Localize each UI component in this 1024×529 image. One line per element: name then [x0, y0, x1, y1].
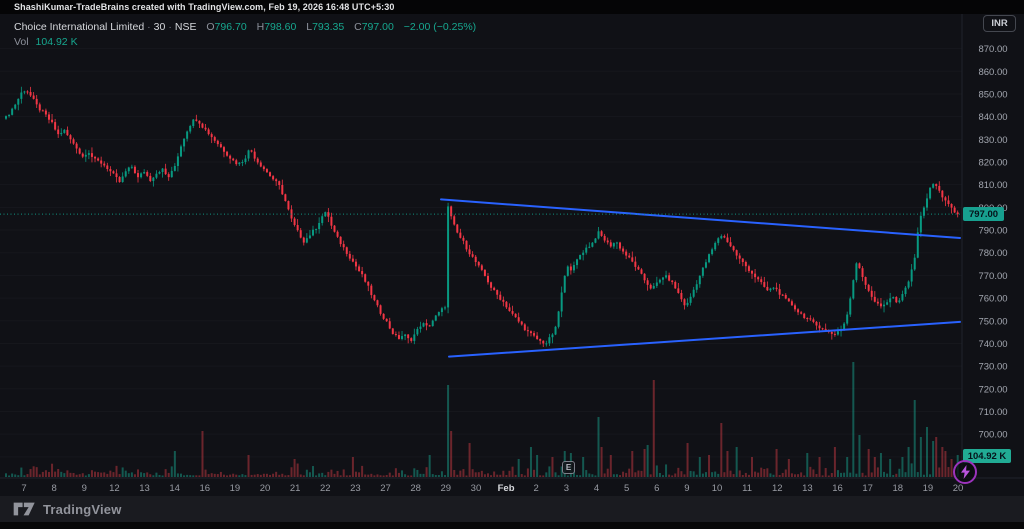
chart-background [0, 14, 1024, 496]
time-axis-label[interactable]: 12 [772, 483, 783, 494]
time-axis-label[interactable]: 5 [624, 483, 629, 494]
time-axis-label[interactable]: 11 [742, 483, 752, 494]
time-axis-label[interactable]: 2 [534, 483, 539, 494]
price-axis-label[interactable]: 720.00 [978, 384, 1007, 395]
time-axis-label[interactable]: 22 [320, 483, 331, 494]
tradingview-brand-text[interactable]: TradingView [43, 502, 122, 517]
time-axis-label[interactable]: 18 [892, 483, 903, 494]
currency-toggle-button[interactable]: INR [983, 15, 1016, 32]
time-axis-label[interactable]: 13 [802, 483, 813, 494]
time-axis-label[interactable]: 6 [654, 483, 659, 494]
volume-value: 104.92 K [36, 36, 78, 48]
price-axis-label[interactable]: 710.00 [978, 407, 1007, 418]
flash-lightning-button[interactable] [953, 460, 977, 484]
time-axis-label[interactable]: 10 [712, 483, 723, 494]
lightning-icon [960, 465, 971, 479]
time-axis-label[interactable]: 19 [230, 483, 241, 494]
volume-label: Vol [14, 36, 29, 48]
price-axis-label[interactable]: 750.00 [978, 316, 1007, 327]
change-value: −2.00 (−0.25%) [404, 21, 476, 33]
interval-label[interactable]: 30 [154, 21, 166, 33]
time-axis-label[interactable]: 28 [410, 483, 421, 494]
price-axis-label[interactable]: 820.00 [978, 158, 1007, 169]
time-axis-label[interactable]: 23 [350, 483, 361, 494]
price-axis-label[interactable]: 830.00 [978, 135, 1007, 146]
earnings-marker[interactable]: E [562, 461, 575, 474]
time-axis-label[interactable]: 7 [21, 483, 26, 494]
exchange-label: NSE [175, 21, 197, 33]
time-axis-label[interactable]: Feb [498, 483, 515, 494]
time-axis-label[interactable]: 3 [564, 483, 569, 494]
legend-separator: · [144, 21, 154, 33]
legend-separator: · [165, 21, 175, 33]
time-axis-label[interactable]: 19 [923, 483, 934, 494]
time-axis-label[interactable]: 16 [832, 483, 843, 494]
legend-row-ohlc: Choice International Limited·30·NSE O796… [14, 20, 476, 34]
open-letter: O [206, 21, 214, 33]
time-axis-label[interactable]: 12 [109, 483, 120, 494]
price-axis-label[interactable]: 810.00 [978, 180, 1007, 191]
high-value: 798.60 [264, 21, 296, 33]
time-axis-label[interactable]: 27 [380, 483, 391, 494]
symbol-name[interactable]: Choice International Limited [14, 21, 144, 33]
time-axis-label[interactable]: 21 [290, 483, 301, 494]
close-letter: C [354, 21, 362, 33]
footer-bar: TradingView [0, 496, 1024, 522]
price-axis-label[interactable]: 860.00 [978, 67, 1007, 78]
price-chart-canvas[interactable]: 870.00 860.00 850.00 840.00 830.00 820.00 810.… [0, 0, 1024, 529]
price-axis-label[interactable]: 700.00 [978, 430, 1007, 441]
price-axis-label[interactable]: 790.00 [978, 226, 1007, 237]
price-axis-label[interactable]: 780.00 [978, 248, 1007, 259]
symbol-legend: Choice International Limited·30·NSE O796… [14, 20, 476, 49]
price-axis-label[interactable]: 740.00 [978, 339, 1007, 350]
time-axis-label[interactable]: 8 [51, 483, 56, 494]
time-axis-label[interactable]: 20 [260, 483, 271, 494]
time-axis-label[interactable]: 14 [169, 483, 180, 494]
time-axis-label[interactable]: 16 [199, 483, 210, 494]
price-axis-label[interactable]: 760.00 [978, 294, 1007, 305]
time-axis-label[interactable]: 29 [441, 483, 452, 494]
legend-row-volume: Vol 104.92 K [14, 35, 476, 49]
time-axis-label[interactable]: 4 [594, 483, 599, 494]
time-axis-label[interactable]: 17 [862, 483, 873, 494]
low-value: 793.35 [312, 21, 344, 33]
last-price-badge: 797.00 [963, 207, 1004, 221]
price-axis-label[interactable]: 840.00 [978, 112, 1007, 123]
close-value: 797.00 [362, 21, 394, 33]
price-axis-label[interactable]: 730.00 [978, 362, 1007, 373]
price-axis-label[interactable]: 770.00 [978, 271, 1007, 282]
time-axis-label[interactable]: 9 [684, 483, 689, 494]
open-value: 796.70 [215, 21, 247, 33]
tradingview-snapshot: ShashiKumar-TradeBrains created with Tra… [0, 0, 1024, 529]
time-axis-label[interactable]: 13 [139, 483, 150, 494]
time-axis-label[interactable]: 30 [471, 483, 482, 494]
time-axis-label[interactable]: 9 [82, 483, 87, 494]
tradingview-logo-icon[interactable] [13, 502, 36, 516]
price-axis-label[interactable]: 850.00 [978, 89, 1007, 100]
time-axis-label[interactable]: 20 [953, 483, 964, 494]
price-axis-label[interactable]: 870.00 [978, 44, 1007, 55]
